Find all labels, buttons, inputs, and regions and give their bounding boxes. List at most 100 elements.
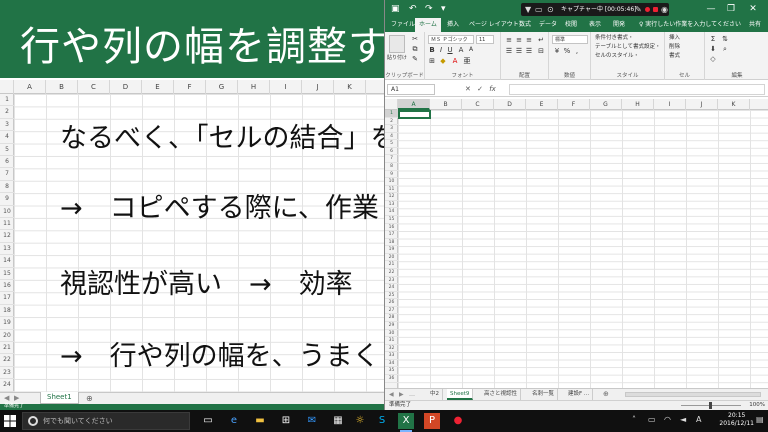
row-header-5[interactable]: 5 (385, 140, 398, 148)
clear-icon[interactable]: ◇ (709, 55, 717, 63)
column-header-i[interactable]: I (654, 99, 686, 110)
customize-toolbar-icon[interactable]: ▾ (441, 3, 446, 15)
insert-function-icon[interactable]: fx (489, 85, 496, 93)
insert-cells-button[interactable]: 挿入 (669, 34, 680, 42)
row-header-33[interactable]: 33 (385, 352, 398, 360)
italic-icon[interactable]: I (437, 46, 445, 54)
tab-scroll-right-icon[interactable]: ▶ (399, 389, 404, 400)
tab-scroll-left-icon[interactable]: ◀ (389, 389, 394, 400)
column-header-j[interactable]: J (302, 80, 334, 94)
underline-icon[interactable]: U (446, 46, 454, 54)
row-header-7[interactable]: 7 (0, 168, 14, 181)
recorder-app-icon[interactable]: ● (450, 413, 466, 429)
row-header-2[interactable]: 2 (385, 118, 398, 126)
row-header-30[interactable]: 30 (385, 330, 398, 338)
format-cells-button[interactable]: 書式 (669, 52, 680, 60)
fill-icon[interactable]: ⬇ (709, 45, 717, 53)
row-header-11[interactable]: 11 (0, 218, 14, 231)
sheet-tab-5[interactable]: 建設F ... (565, 389, 594, 400)
sheet-tab-4[interactable]: 名刺一覧 (529, 389, 559, 400)
column-header-b[interactable]: B (430, 99, 462, 110)
phonetic-icon[interactable]: 亜 (463, 57, 471, 65)
row-header-22[interactable]: 22 (385, 269, 398, 277)
paste-label[interactable]: 貼り付け (387, 54, 407, 62)
comma-icon[interactable]: , (573, 47, 581, 55)
row-header-14[interactable]: 14 (385, 208, 398, 216)
align-top-icon[interactable]: ≡ (505, 36, 513, 44)
formula-input[interactable] (509, 84, 765, 95)
tab-view[interactable]: 表示 (585, 18, 605, 32)
format-painter-icon[interactable]: ✎ (411, 55, 419, 63)
row-header-22[interactable]: 22 (0, 354, 14, 367)
name-box[interactable]: A1 (387, 84, 435, 95)
paste-icon[interactable] (389, 35, 405, 53)
row-header-15[interactable]: 15 (385, 216, 398, 224)
row-header-15[interactable]: 15 (0, 268, 14, 280)
wrap-text-icon[interactable]: ↵ (537, 36, 545, 44)
app-icon-2[interactable]: ☼ (352, 413, 368, 429)
close-button[interactable]: ✕ (745, 2, 761, 16)
capture-recorder[interactable]: ▼ ▭ ⊙ キャプチャー中 [00:05:46] ✎ ◉ (521, 3, 669, 16)
network-icon[interactable]: ◠ (664, 414, 671, 426)
row-header-17[interactable]: 17 (0, 292, 14, 305)
excel-icon[interactable]: X (398, 413, 414, 432)
tab-more-icon[interactable]: … (409, 389, 415, 400)
align-center-icon[interactable]: ☰ (515, 47, 523, 55)
active-cell[interactable] (398, 110, 431, 119)
tab-review[interactable]: 校閲 (561, 18, 581, 32)
row-header-36[interactable]: 36 (385, 375, 398, 383)
row-header-16[interactable]: 16 (0, 280, 14, 293)
column-header-h[interactable]: H (238, 80, 270, 94)
row-header-8[interactable]: 8 (385, 163, 398, 171)
row-header-9[interactable]: 9 (385, 171, 398, 179)
file-explorer-icon[interactable]: ▬ (252, 413, 268, 429)
column-header-j[interactable]: J (686, 99, 718, 110)
column-header-e[interactable]: E (142, 80, 174, 94)
row-header-13[interactable]: 13 (385, 201, 398, 209)
column-header-g[interactable]: G (206, 80, 238, 94)
skype-icon[interactable]: S (374, 413, 390, 429)
row-header-28[interactable]: 28 (385, 314, 398, 322)
row-header-23[interactable]: 23 (0, 367, 14, 380)
tell-me-box[interactable]: ♀ 実行したい作業を入力してください (635, 18, 745, 32)
row-header-24[interactable]: 24 (385, 284, 398, 292)
column-header-d[interactable]: D (494, 99, 526, 110)
percent-icon[interactable]: % (563, 47, 571, 55)
font-size-select[interactable]: 11 (476, 35, 494, 44)
sort-filter-icon[interactable]: ⇅ (721, 35, 729, 43)
autosum-icon[interactable]: Σ (709, 35, 717, 43)
merge-center-icon[interactable]: ⊟ (537, 47, 545, 55)
row-header-3[interactable]: 3 (385, 125, 398, 133)
row-header-13[interactable]: 13 (0, 243, 14, 256)
align-left-icon[interactable]: ☰ (505, 47, 513, 55)
windows-start-icon[interactable] (4, 415, 16, 427)
row-header-35[interactable]: 35 (385, 367, 398, 375)
row-header-10[interactable]: 10 (385, 178, 398, 186)
column-header-f[interactable]: F (174, 80, 206, 94)
row-header-17[interactable]: 17 (385, 231, 398, 239)
minimize-button[interactable]: — (703, 2, 719, 16)
row-header-6[interactable]: 6 (385, 148, 398, 156)
restore-button[interactable]: ❐ (723, 2, 739, 16)
conditional-format-button[interactable]: 条件付き書式・ (595, 34, 634, 42)
add-sheet-icon[interactable]: ⊕ (603, 389, 609, 400)
row-header-34[interactable]: 34 (385, 360, 398, 368)
select-all-corner[interactable] (385, 99, 398, 110)
bold-icon[interactable]: B (428, 46, 436, 54)
tab-home[interactable]: ホーム (415, 18, 441, 32)
recorder-pen-icon[interactable]: ✎ (635, 4, 642, 15)
app-icon-1[interactable]: ▦ (330, 413, 346, 429)
row-header-23[interactable]: 23 (385, 277, 398, 285)
row-header-18[interactable]: 18 (385, 239, 398, 247)
mail-icon[interactable]: ✉ (304, 413, 320, 429)
task-view-icon[interactable]: ▭ (200, 413, 216, 429)
cut-icon[interactable]: ✂ (411, 35, 419, 43)
enter-icon[interactable]: ✓ (477, 85, 483, 93)
row-header-9[interactable]: 9 (0, 193, 14, 206)
row-header-3[interactable]: 3 (0, 119, 14, 132)
column-header-h[interactable]: H (622, 99, 654, 110)
font-name-select[interactable]: ＭＳ Ｐゴシック (428, 35, 474, 44)
row-header-18[interactable]: 18 (0, 305, 14, 318)
font-grow-icon[interactable]: A (457, 46, 465, 54)
delete-cells-button[interactable]: 削除 (669, 43, 680, 51)
